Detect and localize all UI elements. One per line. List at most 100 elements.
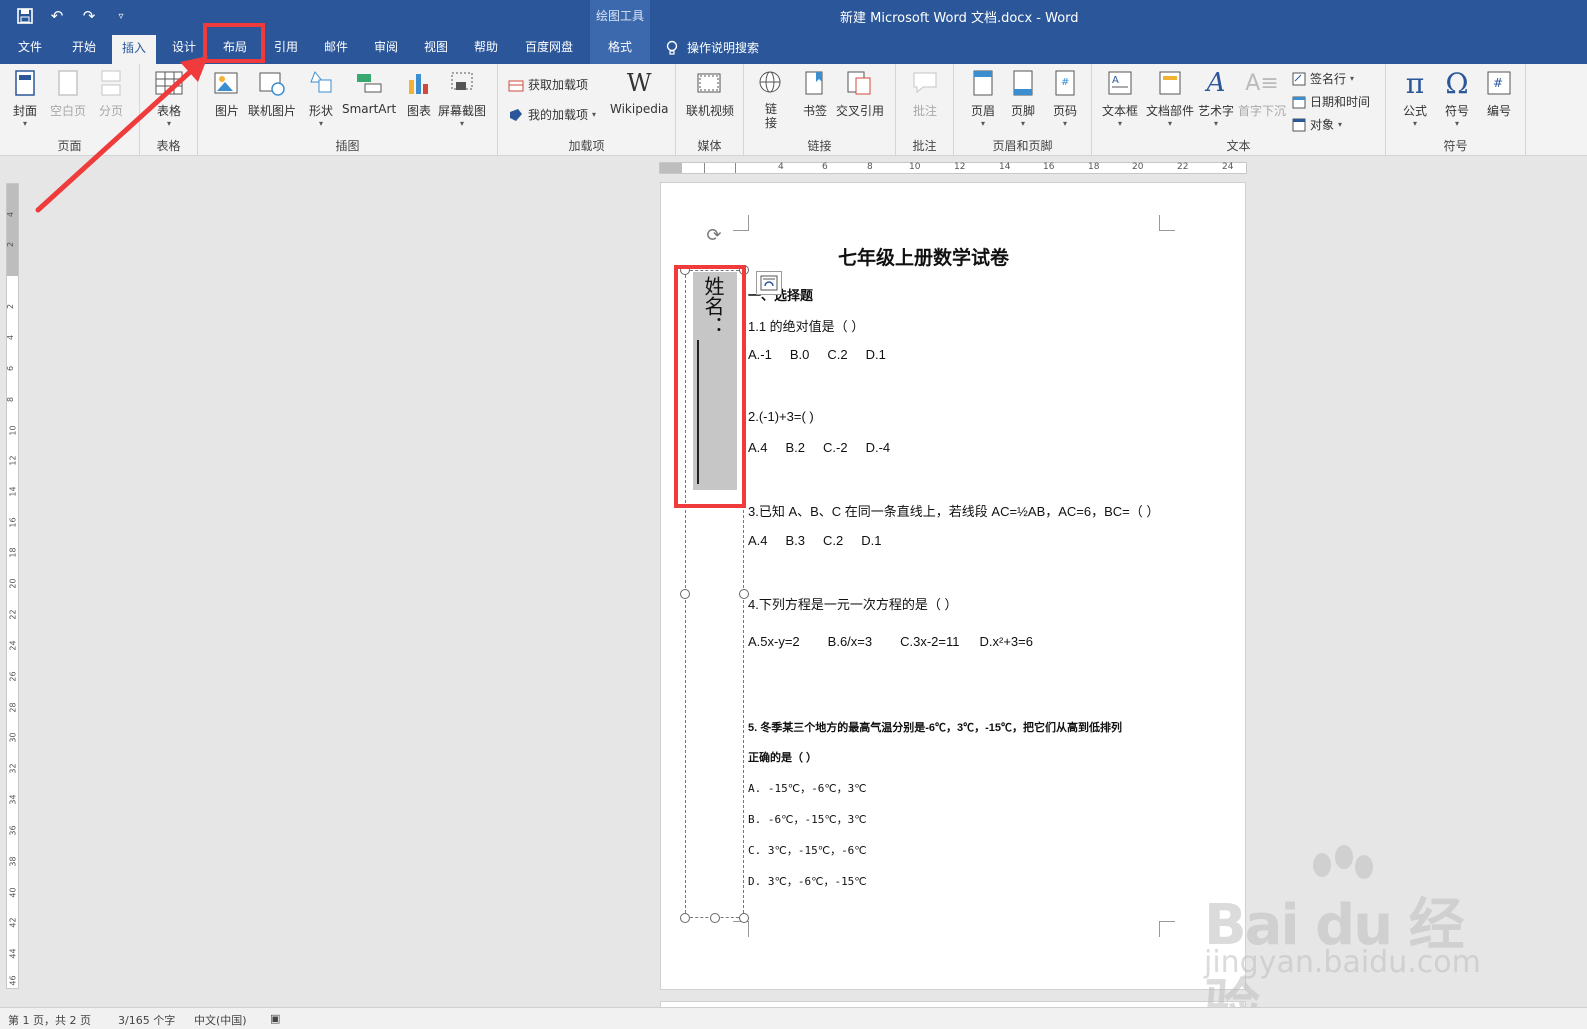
tab-references[interactable]: 引用 (264, 32, 308, 64)
object-label: 对象 (1310, 118, 1335, 132)
equation-label: 公式 (1402, 104, 1427, 118)
wikipedia-button[interactable]: W Wikipedia (610, 68, 669, 116)
wordart-button[interactable]: A 艺术字 ▾ (1198, 68, 1234, 128)
resize-handle[interactable] (680, 589, 690, 599)
numbering-icon: # (1484, 68, 1514, 98)
object-button[interactable]: 对象 ▾ (1292, 116, 1342, 133)
tab-baidu-netdisk[interactable]: 百度网盘 (516, 32, 582, 64)
ruler-label: 24 (8, 640, 18, 651)
tell-me-label: 操作说明搜索 (687, 41, 760, 55)
link-label: 链 接 (764, 102, 777, 130)
resize-handle[interactable] (710, 913, 720, 923)
chevron-down-icon: ▾ (460, 119, 465, 128)
ruler-label: 16 (1043, 162, 1055, 172)
group-label-comments: 批注 (912, 139, 937, 153)
drop-cap-button[interactable]: A≡ 首字下沉 (1238, 68, 1286, 119)
comment-button[interactable]: 批注 (910, 68, 940, 119)
option: A.4 (748, 440, 768, 455)
shapes-button[interactable]: 形状 ▾ (306, 68, 336, 128)
chevron-down-icon: ▾ (1454, 119, 1459, 128)
question-4-options: A.5x-y=2 B.6/x=3 C.3x-2=11 D.x²+3=6 (748, 634, 1051, 649)
tab-review[interactable]: 审阅 (364, 32, 408, 64)
numbering-button[interactable]: # 编号 (1484, 68, 1514, 119)
date-time-label: 日期和时间 (1310, 95, 1371, 109)
chart-icon (404, 68, 434, 98)
baidu-jingyan-watermark: Bai du 经验 jingyan.baidu.com (1196, 845, 1496, 1029)
bookmark-button[interactable]: 书签 (800, 68, 830, 119)
ruler-label: 8 (867, 162, 873, 172)
ruler-margin-top (7, 184, 18, 276)
question-3: 3.已知 A、B、C 在同一条直线上，若线段 AC=½AB，AC=6，BC=（ … (748, 504, 1160, 519)
option: B.2 (785, 440, 806, 455)
ruler-label: 24 (1222, 162, 1234, 172)
redo-icon[interactable]: ↷ (78, 6, 100, 26)
horizontal-ruler[interactable]: 4 6 8 10 12 14 16 18 20 22 24 (659, 162, 1247, 174)
vertical-ruler[interactable]: 4 2 2 4 6 8 10 12 14 16 18 20 22 24 26 2… (6, 183, 19, 989)
document-title: 七年级上册数学试卷 (838, 247, 1010, 269)
svg-text:#: # (1493, 76, 1503, 90)
ruler-label: 36 (8, 825, 18, 836)
resize-handle[interactable] (739, 589, 749, 599)
tab-help[interactable]: 帮助 (464, 32, 508, 64)
resize-handle[interactable] (739, 913, 749, 923)
footer-button[interactable]: 页脚 ▾ (1008, 68, 1038, 128)
ruler-label: 34 (8, 794, 18, 805)
header-button[interactable]: 页眉 ▾ (968, 68, 998, 128)
page-number-button[interactable]: # 页码 ▾ (1050, 68, 1080, 128)
resize-handle[interactable] (680, 913, 690, 923)
ruler-label: 42 (8, 917, 18, 928)
chevron-down-icon: ▾ (1350, 74, 1355, 83)
ruler-label: 46 (8, 975, 18, 986)
ruler-label: 12 (954, 162, 966, 172)
tab-mailings[interactable]: 邮件 (314, 32, 358, 64)
margin-corner (733, 921, 749, 937)
my-addins-button[interactable]: 我的加载项 ▾ (508, 106, 596, 123)
ruler-label: 6 (6, 365, 16, 372)
numbering-label: 编号 (1486, 104, 1511, 118)
online-video-button[interactable]: 联机视频 (686, 68, 734, 119)
ruler-indent-marker[interactable] (704, 163, 736, 173)
cross-reference-button[interactable]: 交叉引用 (836, 68, 884, 119)
tab-format[interactable]: 格式 (590, 32, 650, 64)
layout-options-icon[interactable] (756, 271, 782, 295)
quick-parts-button[interactable]: 文档部件 ▾ (1146, 68, 1194, 128)
smartart-button[interactable]: SmartArt (342, 68, 396, 116)
chevron-down-icon: ▾ (1214, 119, 1219, 128)
online-picture-button[interactable]: 联机图片 (248, 68, 296, 119)
wordart-icon: A (1206, 68, 1226, 98)
macro-icon[interactable]: ▣ (270, 1012, 280, 1025)
equation-button[interactable]: π 公式 ▾ (1400, 67, 1430, 129)
rotate-handle-icon[interactable]: ⟳ (704, 226, 724, 246)
bookmark-label: 书签 (802, 104, 827, 118)
ruler-label: 14 (8, 486, 18, 497)
language[interactable]: 中文(中国) (194, 1012, 247, 1028)
group-symbols: π 公式 ▾ Ω 符号 ▾ # 编号 符号 (1386, 64, 1526, 156)
signature-line-button[interactable]: 签名行 ▾ (1292, 70, 1354, 87)
tab-view[interactable]: 视图 (414, 32, 458, 64)
link-button[interactable]: 链 接 (756, 68, 786, 130)
undo-icon[interactable]: ↶ (46, 6, 68, 26)
ruler-label: 40 (8, 887, 18, 898)
ruler-label: 16 (8, 517, 18, 528)
cross-reference-icon (845, 68, 875, 98)
ruler-label: 8 (6, 396, 16, 403)
drop-cap-icon: A≡ (1245, 70, 1279, 96)
get-addins-button[interactable]: 获取加载项 (508, 76, 588, 93)
tell-me-search[interactable]: 操作说明搜索 (665, 32, 759, 64)
customize-icon[interactable]: ▿ (110, 6, 132, 26)
header-icon (968, 68, 998, 98)
chevron-down-icon: ▾ (592, 110, 597, 119)
margin-corner (733, 215, 749, 231)
textbox-button[interactable]: A 文本框 ▾ (1102, 68, 1138, 128)
status-bar: 第 1 页，共 2 页 3/165 个字 中文(中国) ▣ (0, 1007, 1587, 1029)
ruler-label: 38 (8, 856, 18, 867)
save-icon[interactable] (14, 6, 36, 26)
symbol-button[interactable]: Ω 符号 ▾ (1442, 66, 1472, 129)
screenshot-button[interactable]: 屏幕截图 ▾ (438, 68, 486, 128)
word-count[interactable]: 3/165 个字 (118, 1012, 175, 1028)
group-media: 联机视频 媒体 (676, 64, 744, 156)
page-count[interactable]: 第 1 页，共 2 页 (8, 1012, 91, 1028)
omega-icon: Ω (1445, 66, 1469, 100)
date-time-button[interactable]: 日期和时间 (1292, 93, 1370, 110)
chart-button[interactable]: 图表 (404, 68, 434, 119)
